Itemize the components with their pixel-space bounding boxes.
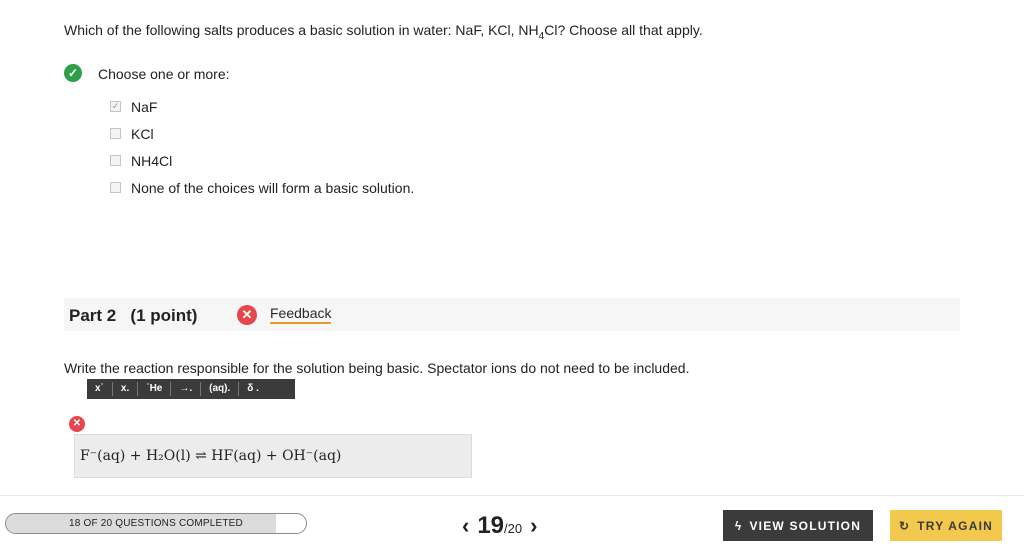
progress-text: 18 OF 20 QUESTIONS COMPLETED — [69, 518, 243, 529]
answer-field[interactable]: F⁻(aq) + H₂O(l) ⇌ HF(aq) + OH⁻(aq) — [74, 434, 472, 478]
choice-label: None of the choices will form a basic so… — [131, 179, 415, 196]
current-page: 19 — [477, 512, 505, 539]
chevron-right-icon[interactable]: › — [522, 513, 545, 539]
choice-naf[interactable]: ✓ NaF — [110, 93, 414, 120]
footer-divider — [0, 495, 1024, 496]
arrow-button[interactable]: →. — [171, 382, 202, 396]
pager: ‹ 19 /20 › — [454, 512, 545, 540]
try-again-label: TRY AGAIN — [917, 518, 993, 533]
view-solution-label: VIEW SOLUTION — [749, 518, 862, 533]
refresh-icon: ↻ — [899, 518, 911, 533]
checkbox[interactable] — [110, 155, 121, 166]
choice-kcl[interactable]: KCl — [110, 120, 414, 147]
part2-prompt: Write the reaction responsible for the s… — [64, 360, 690, 376]
state-button[interactable]: (aq). — [201, 382, 240, 396]
check-icon: ✓ — [64, 64, 82, 82]
try-again-button[interactable]: ↻ TRY AGAIN — [890, 510, 1002, 541]
superscript-button[interactable]: x˙ — [87, 382, 113, 396]
element-button[interactable]: ˙He — [138, 382, 172, 396]
choice-none[interactable]: None of the choices will form a basic so… — [110, 174, 414, 201]
feedback-link[interactable]: Feedback — [270, 305, 332, 324]
choice-nh4cl[interactable]: NH4Cl — [110, 147, 414, 174]
question-text: Which of the following salts produces a … — [64, 22, 703, 42]
part-title: Part 2 (1 point) — [69, 306, 198, 325]
total-pages: /20 — [504, 521, 523, 536]
subscript-button[interactable]: x. — [113, 382, 139, 396]
progress-bar: 18 OF 20 QUESTIONS COMPLETED — [5, 513, 307, 534]
choice-label: NaF — [131, 98, 158, 115]
choice-list: ✓ NaF KCl NH4Cl None of the choices will… — [110, 93, 414, 201]
close-icon: ✕ — [69, 416, 85, 432]
answer-equation: F⁻(aq) + H₂O(l) ⇌ HF(aq) + OH⁻(aq) — [80, 448, 342, 464]
chevron-left-icon[interactable]: ‹ — [454, 513, 477, 539]
bolt-icon: ϟ — [734, 518, 743, 533]
checkbox[interactable]: ✓ — [110, 101, 121, 112]
part-header: Part 2 (1 point) ✕ Feedback — [64, 298, 960, 331]
choose-label: Choose one or more: — [98, 66, 230, 82]
checkbox[interactable] — [110, 182, 121, 193]
choice-label: NH4Cl — [131, 152, 173, 169]
view-solution-button[interactable]: ϟ VIEW SOLUTION — [723, 510, 873, 541]
close-icon: ✕ — [237, 305, 257, 325]
chem-toolbar: x˙ x. ˙He →. (aq). δ . — [87, 379, 295, 399]
delta-button[interactable]: δ . — [239, 382, 267, 396]
choice-label: KCl — [131, 125, 154, 142]
checkbox[interactable] — [110, 128, 121, 139]
